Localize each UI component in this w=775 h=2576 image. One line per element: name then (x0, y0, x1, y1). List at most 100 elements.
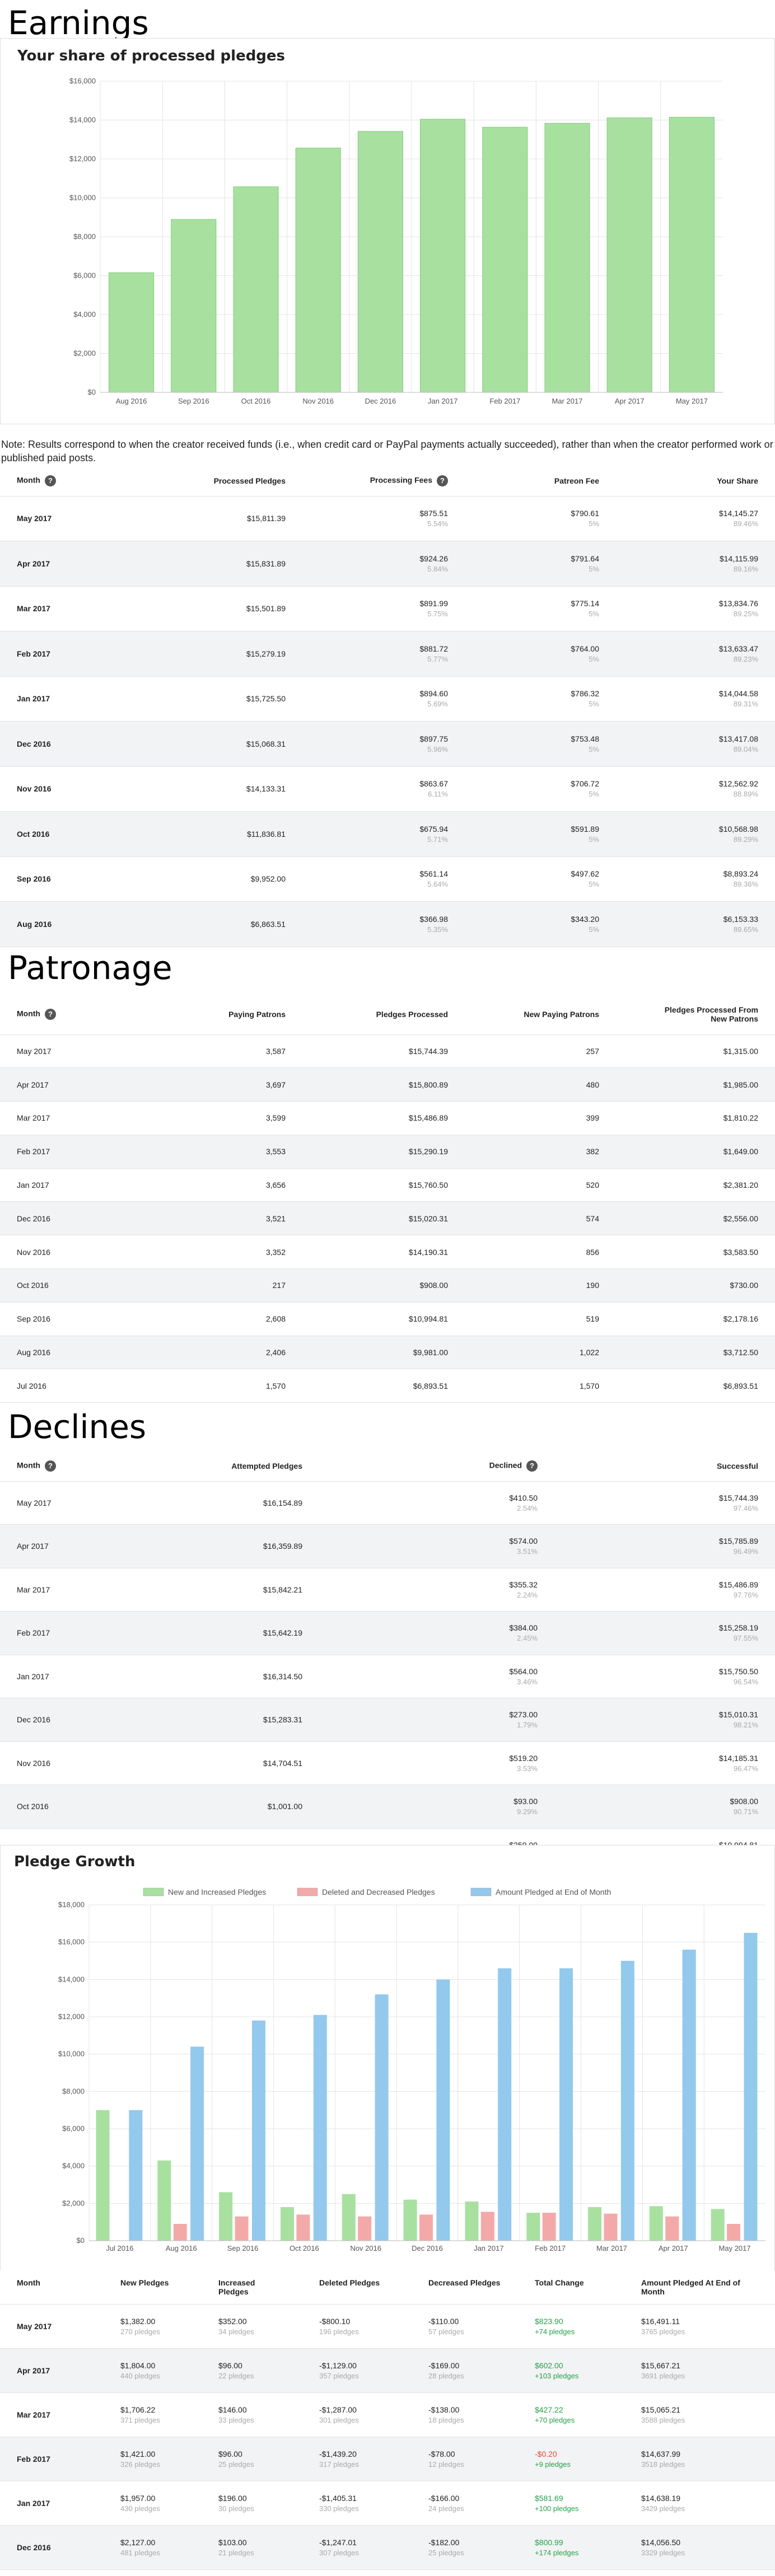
month-cell: May 2017 (0, 2304, 104, 2349)
bar (665, 2216, 679, 2241)
cell-subvalue: 5.77% (427, 654, 448, 663)
value-cell: 3,697 (140, 1067, 302, 1102)
increased-cell: $103.00 21 pledges (202, 2525, 302, 2570)
cell-value: $93.00 (513, 1797, 538, 1806)
cell-value: Feb 2017 (17, 2454, 50, 2463)
amount-end-cell: $14,638.19 3429 pledges (624, 2481, 775, 2526)
value-cell: 1,570 (465, 1369, 616, 1403)
x-tick-label: Jan 2017 (474, 2244, 504, 2252)
cell-value: 520 (586, 1181, 599, 1190)
question-circle-icon[interactable]: ? (44, 1008, 56, 1020)
bar (465, 2202, 479, 2241)
cell-value: $1,706.22 (120, 2405, 156, 2414)
table-row: Jan 2017 $16,314.50 $564.00 3.46% $15,750.50… (0, 1655, 775, 1698)
col-from-new-patrons: Pledges Processed From New Patrons (616, 994, 775, 1035)
cell-value: May 2017 (17, 2321, 52, 2331)
cell-value: Dec 2016 (17, 2542, 51, 2552)
col-patreon-fee: Patreon Fee (465, 466, 616, 497)
value-cell: 217 (140, 1268, 302, 1303)
cell-value: $2,127.00 (120, 2537, 156, 2547)
month-cell: Feb 2017 (0, 1135, 140, 1169)
decreased-cell: -$110.00 57 pledges (412, 2304, 518, 2349)
cell-subvalue: +9 pledges (535, 2460, 571, 2469)
table-row: Apr 2017 $16,359.89 $574.00 3.51% $15,785.89… (0, 1524, 775, 1568)
bar (682, 1950, 696, 2241)
declines-heading: Declines (8, 1408, 147, 1446)
cell-value: $15,750.50 (718, 1666, 758, 1676)
question-circle-icon[interactable]: ? (526, 1460, 538, 1472)
attempted-cell: $15,283.31 (140, 1698, 319, 1742)
cell-subvalue: 89.65% (733, 925, 758, 934)
cell-value: 3,521 (265, 1214, 286, 1223)
declined-cell: $384.00 2.45% (319, 1611, 554, 1655)
question-circle-icon[interactable]: ? (44, 1460, 56, 1472)
value-cell: 190 (465, 1268, 616, 1303)
cell-value: $13,834.76 (718, 599, 758, 608)
cell-subvalue: 28 pledges (428, 2371, 464, 2380)
cell-subvalue: 5% (589, 790, 599, 799)
question-circle-icon[interactable]: ? (437, 475, 448, 486)
total-change-cell: $581.69 +100 pledges (518, 2481, 624, 2526)
cell-value: $15,831.89 (246, 559, 286, 568)
col-deleted: Deleted Pledges (302, 2270, 412, 2305)
bar (544, 123, 590, 393)
cell-subvalue: 5% (589, 880, 599, 889)
cell-value: $15,010.31 (718, 1710, 758, 1720)
cell-value: $786.32 (571, 689, 599, 699)
cell-value: $410.50 (509, 1493, 538, 1502)
cell-subvalue: 2.24% (517, 1590, 538, 1599)
table-row: Oct 2016 217 $908.00 190 $730.00 (0, 1268, 775, 1303)
cell-value: $15,279.19 (246, 649, 286, 658)
cell-subvalue: +100 pledges (535, 2504, 579, 2513)
cell-value: $355.32 (509, 1580, 538, 1589)
y-tick-label: $8,000 (73, 232, 96, 241)
bar (375, 1994, 389, 2241)
question-circle-icon[interactable]: ? (44, 475, 56, 486)
cell-value: $564.00 (509, 1666, 538, 1676)
cell-value: $15,760.50 (408, 1181, 448, 1190)
cell-value: $15,811.39 (246, 514, 286, 523)
processed-cell: $15,811.39 (140, 496, 302, 541)
y-tick-label: $8,000 (62, 2087, 85, 2095)
value-cell: 399 (465, 1101, 616, 1135)
patreon-fee-cell: $775.14 5% (465, 586, 616, 631)
patreon-fee-cell: $791.64 5% (465, 541, 616, 587)
cell-value: $15,258.19 (718, 1623, 758, 1633)
bar (251, 2020, 265, 2241)
month-cell: Apr 2017 (0, 541, 140, 587)
cell-subvalue: 89.23% (733, 654, 758, 663)
cell-value: $14,115.99 (719, 554, 758, 563)
cell-subvalue: 3329 pledges (641, 2548, 685, 2557)
cell-value: $9,981.00 (413, 1348, 448, 1357)
attempted-cell: $16,314.50 (140, 1655, 319, 1698)
col-amount-end: Amount Pledged At End of Month (624, 2270, 775, 2305)
earnings-heading: Earnings (8, 4, 149, 42)
value-cell: $15,486.89 (302, 1101, 465, 1135)
y-tick-label: $2,000 (73, 349, 96, 358)
cell-value: Aug 2016 (17, 919, 52, 929)
bar (358, 2216, 372, 2241)
value-cell: 2,608 (140, 1302, 302, 1336)
cell-value: Jan 2017 (17, 1671, 49, 1681)
legend-swatch (143, 1887, 164, 1896)
value-cell: $15,760.50 (302, 1168, 465, 1202)
month-cell: Dec 2016 (0, 1698, 140, 1742)
earnings-bar-chart: $0 $2,000 $4,000 $6,000 $8,000 $10,000 $12,000… (69, 77, 723, 405)
value-cell: $1,315.00 (616, 1034, 775, 1069)
cell-subvalue: 3588 pledges (641, 2415, 685, 2424)
cell-subvalue: 2.45% (517, 1634, 538, 1643)
cell-value: -$800.10 (319, 2316, 351, 2326)
fees-cell: $891.99 5.75% (302, 586, 465, 631)
decreased-cell: -$78.00 12 pledges (412, 2437, 518, 2481)
value-cell: $15,020.31 (302, 1201, 465, 1236)
cell-subvalue: +174 pledges (535, 2548, 579, 2557)
x-tick-label: Oct 2016 (290, 2244, 319, 2252)
y-tick-label: $12,000 (69, 154, 96, 163)
x-tick-label: Feb 2017 (535, 2244, 566, 2252)
earnings-chart-panel: Your share of processed pledges $0 $2,000… (0, 38, 775, 424)
legend-swatch (470, 1887, 492, 1896)
cell-value: $2,178.16 (723, 1314, 758, 1324)
bar (280, 2207, 294, 2241)
cell-value: $15,501.89 (246, 604, 286, 613)
cell-value: $775.14 (571, 599, 599, 608)
